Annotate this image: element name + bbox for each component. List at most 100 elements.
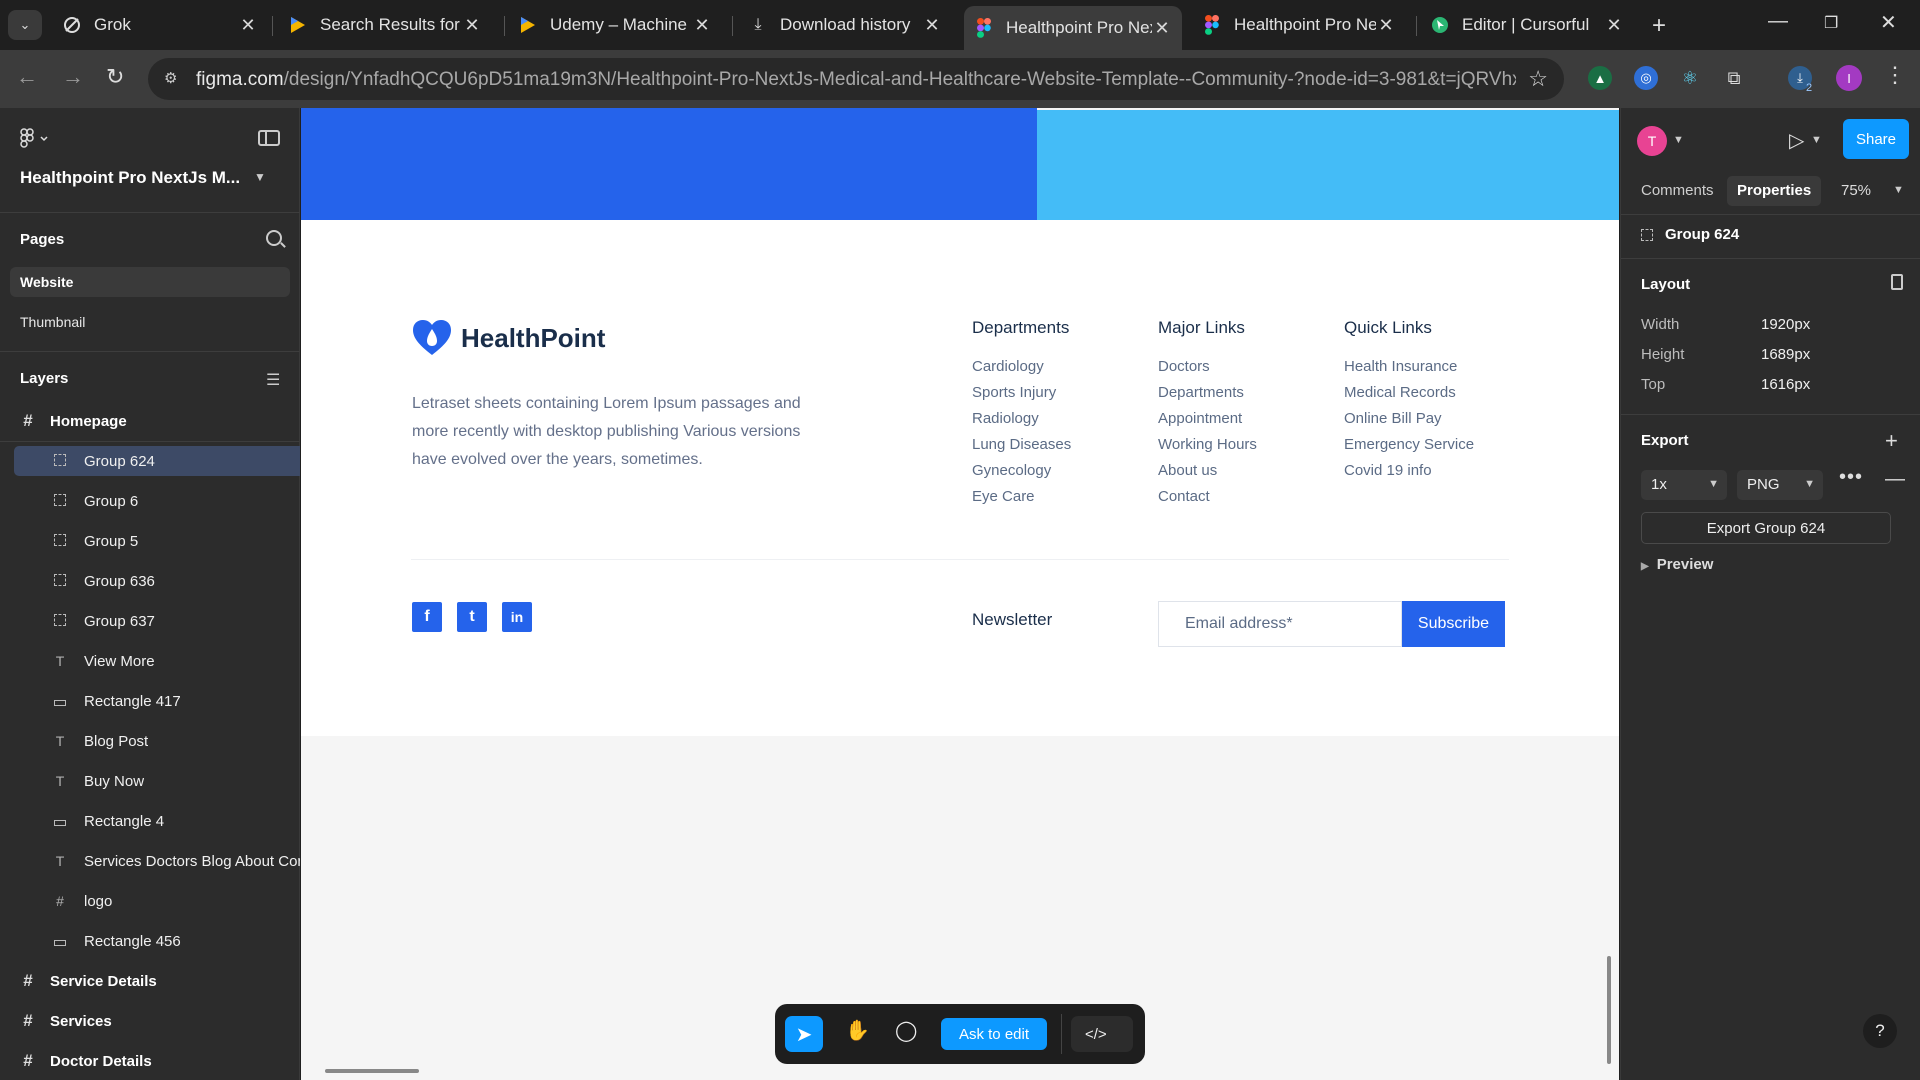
layer-item[interactable]: Group 637 [0, 606, 300, 636]
close-icon[interactable]: ✕ [922, 15, 942, 36]
more-options-icon[interactable]: ••• [1839, 466, 1863, 489]
browser-tab[interactable]: Editor | Cursorful ✕ [1420, 8, 1634, 42]
browser-tab[interactable]: Search Results for “M ✕ [278, 8, 492, 42]
browser-tab[interactable]: Grok ✕ [52, 8, 268, 42]
top-value[interactable]: 1616px [1761, 376, 1810, 393]
ask-to-edit-button[interactable]: Ask to edit [941, 1018, 1047, 1050]
forward-arrow-icon[interactable]: → [62, 64, 84, 90]
twitter-icon[interactable]: t [457, 602, 487, 632]
footer-link[interactable]: Lung Diseases [972, 436, 1071, 462]
browser-tab[interactable]: Udemy – Machine Le ✕ [508, 8, 722, 42]
reload-icon[interactable]: ↻ [106, 64, 124, 90]
facebook-icon[interactable]: f [412, 602, 442, 632]
hand-tool-icon[interactable]: ✋ [845, 1018, 870, 1043]
layers-list-menu-icon[interactable]: ☰ [266, 370, 280, 390]
footer-link[interactable]: Departments [1158, 384, 1257, 410]
figma-menu-icon[interactable] [20, 128, 50, 153]
site-info-icon[interactable]: ⚙ [164, 69, 184, 89]
cta-band-blue[interactable] [301, 108, 1037, 220]
footer-link[interactable]: Online Bill Pay [1344, 410, 1474, 436]
height-value[interactable]: 1689px [1761, 346, 1810, 363]
close-icon[interactable]: ✕ [1152, 18, 1172, 39]
page-item-thumbnail[interactable]: Thumbnail [10, 307, 290, 337]
layer-item-services[interactable]: # Services [0, 1006, 300, 1036]
zoom-level[interactable]: 75% [1841, 182, 1871, 199]
page-item-website[interactable]: Website [10, 267, 290, 297]
footer-link[interactable]: Working Hours [1158, 436, 1257, 462]
browser-tab[interactable]: Healthpoint Pro Next ✕ [1192, 8, 1406, 42]
restore-icon[interactable]: ❐ [1824, 13, 1838, 33]
window-close-icon[interactable]: ✕ [1880, 10, 1897, 35]
layer-item-service-details[interactable]: # Service Details [0, 966, 300, 996]
close-icon[interactable]: ✕ [1376, 15, 1396, 36]
back-arrow-icon[interactable]: ← [16, 64, 38, 90]
sidebar-toggle-icon[interactable] [258, 130, 280, 146]
comment-tool-icon[interactable]: ◯ [895, 1018, 917, 1043]
footer-link[interactable]: Contact [1158, 488, 1257, 514]
footer-link[interactable]: About us [1158, 462, 1257, 488]
new-tab-plus-icon[interactable]: + [1652, 12, 1666, 40]
layer-item[interactable]: TServices Doctors Blog About Contact [0, 846, 300, 876]
layer-item[interactable]: Group 636 [0, 566, 300, 596]
width-value[interactable]: 1920px [1761, 316, 1810, 333]
tab-search-button[interactable]: ⌄ [8, 10, 42, 40]
footer-link[interactable]: Cardiology [972, 358, 1071, 384]
footer-link[interactable]: Gynecology [972, 462, 1071, 488]
footer-link[interactable]: Emergency Service [1344, 436, 1474, 462]
file-name[interactable]: Healthpoint Pro NextJs M... [20, 168, 240, 188]
close-icon[interactable]: ✕ [692, 15, 712, 36]
layer-item[interactable]: Rectangle 417 [0, 686, 300, 716]
minimize-icon[interactable]: — [1768, 10, 1788, 33]
react-devtools-icon[interactable]: ⚛ [1678, 66, 1702, 90]
close-icon[interactable]: ✕ [238, 15, 258, 36]
email-field[interactable]: Email address* [1158, 601, 1402, 647]
extensions-puzzle-icon[interactable]: ⧉ [1722, 66, 1746, 90]
layer-item[interactable]: Group 5 [0, 526, 300, 556]
clipboard-icon[interactable] [1891, 274, 1903, 290]
footer-link[interactable]: Health Insurance [1344, 358, 1474, 384]
browser-tab[interactable]: ⤓ Download history ✕ [738, 8, 952, 42]
chevron-down-icon[interactable]: ▼ [1811, 134, 1822, 146]
export-button[interactable]: Export Group 624 [1641, 512, 1891, 544]
cta-band-light-blue[interactable] [1037, 110, 1619, 220]
chevron-down-icon[interactable]: ▼ [1673, 134, 1684, 146]
add-export-plus-icon[interactable]: + [1885, 428, 1898, 454]
extension-globe-icon[interactable]: ◎ [1634, 66, 1658, 90]
chevron-down-icon[interactable]: ▼ [254, 170, 266, 184]
layer-item[interactable]: Rectangle 456 [0, 926, 300, 956]
layer-item-group-624[interactable]: Group 624 [14, 446, 300, 476]
address-bar[interactable]: ⚙ figma.com/design/YnfadhQCQU6pD51ma19m3… [148, 58, 1564, 100]
footer-frame[interactable]: HealthPoint Letraset sheets containing L… [301, 220, 1619, 736]
design-canvas[interactable]: HealthPoint Letraset sheets containing L… [301, 108, 1619, 1080]
export-format-select[interactable]: PNG ▼ [1737, 470, 1823, 500]
remove-export-minus-icon[interactable]: — [1885, 468, 1905, 491]
search-icon[interactable] [266, 230, 282, 246]
footer-link[interactable]: Medical Records [1344, 384, 1474, 410]
close-icon[interactable]: ✕ [462, 15, 482, 36]
footer-link[interactable]: Radiology [972, 410, 1071, 436]
extension-cursorful-icon[interactable]: ▲ [1588, 66, 1612, 90]
layer-item[interactable]: T View More [0, 646, 300, 676]
share-button[interactable]: Share [1843, 119, 1909, 159]
bookmark-star-icon[interactable]: ☆ [1528, 66, 1548, 92]
tab-comments[interactable]: Comments [1631, 176, 1724, 206]
browser-menu-icon[interactable]: ⋮ [1884, 62, 1906, 88]
footer-link[interactable]: Appointment [1158, 410, 1257, 436]
move-tool-cursor-icon[interactable]: ➤ [785, 1016, 823, 1052]
layer-item-homepage[interactable]: # Homepage [0, 406, 300, 436]
footer-link[interactable]: Covid 19 info [1344, 462, 1474, 488]
tab-properties[interactable]: Properties [1727, 176, 1822, 206]
horizontal-scrollbar[interactable] [325, 1069, 419, 1073]
subscribe-button[interactable]: Subscribe [1402, 601, 1505, 647]
footer-link[interactable]: Doctors [1158, 358, 1257, 384]
layer-item[interactable]: Rectangle 4 [0, 806, 300, 836]
layer-item-doctor-details[interactable]: # Doctor Details [0, 1046, 300, 1076]
export-scale-select[interactable]: 1x ▼ [1641, 470, 1727, 500]
url-text[interactable]: figma.com/design/YnfadhQCQU6pD51ma19m3N/… [196, 69, 1516, 91]
dev-mode-code-icon[interactable]: </> [1071, 1016, 1133, 1052]
healthpoint-logo[interactable]: HealthPoint [411, 319, 605, 357]
avatar[interactable]: T [1637, 126, 1667, 156]
layer-item[interactable]: T Buy Now [0, 766, 300, 796]
help-button[interactable]: ? [1863, 1014, 1897, 1048]
layer-item[interactable]: Group 6 [0, 486, 300, 516]
